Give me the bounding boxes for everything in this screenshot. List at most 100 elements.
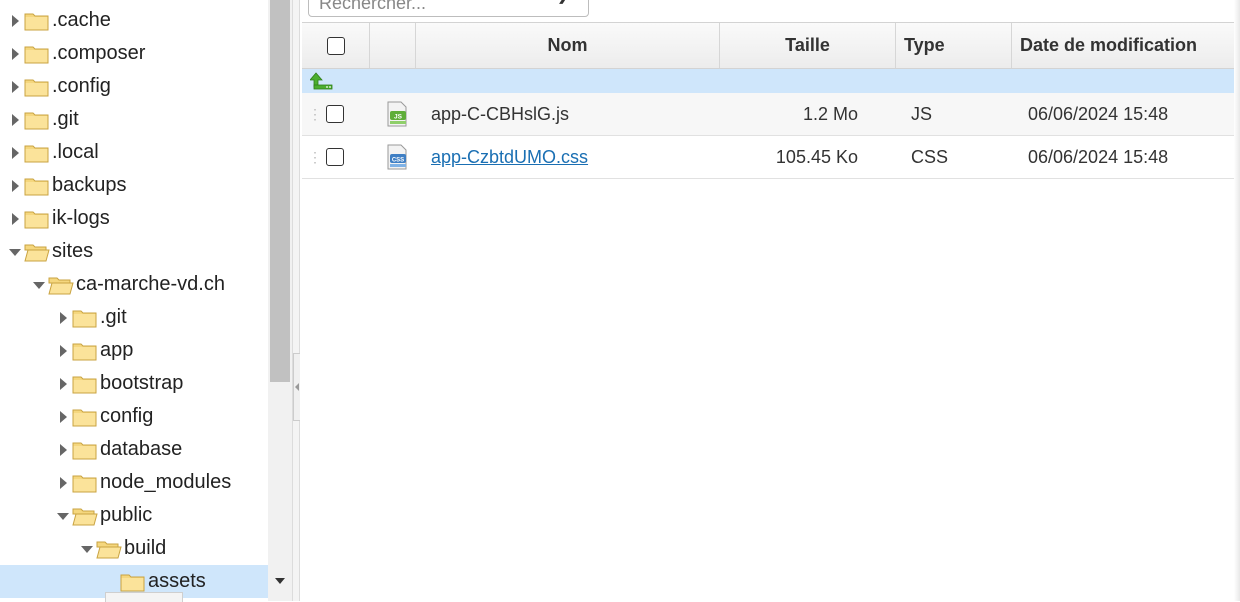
tree-item-label: bootstrap [100,372,184,394]
folder-icon [72,307,98,329]
file-size: 105.45 Ko [775,146,858,167]
tree-scrollbar[interactable] [268,0,292,601]
pane-splitter[interactable] [292,0,301,601]
tree-item[interactable]: .local [0,136,268,169]
row-checkbox[interactable] [326,105,344,123]
search-icon[interactable]: ❯ [557,0,570,5]
expanded-arrow-icon[interactable] [80,532,94,565]
select-all-checkbox[interactable] [326,36,345,55]
tree-item-label: node_modules [100,471,232,493]
collapsed-arrow-icon[interactable] [56,301,70,334]
folder-icon [24,142,50,164]
tree-item[interactable]: sites [0,235,268,268]
column-header-size[interactable]: Taille [720,23,896,68]
collapsed-arrow-icon[interactable] [56,400,70,433]
tree-item-label: app [100,339,134,361]
tree-item[interactable]: build [0,532,268,565]
grid-header: Nom Taille Type Date de modification [302,22,1236,69]
tree-item[interactable]: .git [0,103,268,136]
file-link[interactable]: app-CzbtdUMO.css [431,147,588,168]
svg-text:CSS: CSS [392,158,404,164]
tree-item[interactable]: database [0,433,268,466]
file-name[interactable]: app-C-CBHslG.js [431,93,569,135]
collapsed-arrow-icon[interactable] [8,136,22,169]
collapsed-arrow-icon[interactable] [56,433,70,466]
file-type: JS [911,103,933,124]
file-row[interactable]: ⋮⋮ JS app-C-CBHslG.js 1.2 Mo JS 06/06/20… [302,93,1236,136]
folder-icon [24,175,50,197]
tree-item-label: .git [52,108,79,130]
collapsed-arrow-icon[interactable] [8,103,22,136]
tree-item-label: ik-logs [52,207,110,229]
drag-handle-icon[interactable]: ⋮⋮ [308,136,336,178]
collapsed-arrow-icon[interactable] [8,169,22,202]
icon-column-header [370,23,416,68]
folder-open-icon [72,505,98,527]
tree-item[interactable]: .cache [0,4,268,37]
collapsed-arrow-icon[interactable] [56,367,70,400]
tree-item[interactable]: public [0,499,268,532]
tree-item-label: sites [52,240,94,262]
tree-item-label: .cache [52,9,111,31]
tree-item[interactable]: node_modules [0,466,268,499]
tree-item-label: config [100,405,154,427]
collapsed-arrow-icon[interactable] [8,37,22,70]
tree-item[interactable]: ik-logs [0,202,268,235]
tree-item[interactable]: .git [0,301,268,334]
tree-item[interactable]: .composer [0,37,268,70]
expanded-arrow-icon[interactable] [56,499,70,532]
panel-edge [1234,0,1240,601]
file-type: CSS [911,146,949,167]
folder-icon [24,10,50,32]
column-header-date[interactable]: Date de modification [1012,23,1236,68]
folder-icon [120,571,146,593]
column-header-type[interactable]: Type [896,23,1012,68]
tree-item-label: database [100,438,183,460]
expanded-arrow-icon[interactable] [32,268,46,301]
tree-item-label: .git [100,306,127,328]
expanded-arrow-icon[interactable] [8,235,22,268]
file-date: 06/06/2024 15:48 [1028,103,1169,124]
tree-item-label: .config [52,75,111,97]
folder-icon [24,76,50,98]
folder-icon [72,340,98,362]
file-list-panel: Rechercher... ❯ Nom Taille Type Date de … [300,0,1240,601]
tree-item-label: assets [148,570,206,592]
file-row[interactable]: ⋮⋮ CSS app-CzbtdUMO.css 105.45 Ko CSS 06… [302,136,1236,179]
tree-item[interactable]: config [0,400,268,433]
collapsed-arrow-icon[interactable] [8,70,22,103]
folder-open-icon [96,538,122,560]
folder-icon [24,208,50,230]
tree-item[interactable]: bootstrap [0,367,268,400]
tree-item[interactable]: .config [0,70,268,103]
row-checkbox-cell [326,136,344,178]
drag-handle-icon[interactable]: ⋮⋮ [308,93,336,135]
tree-item-label: backups [52,174,127,196]
folder-icon [72,373,98,395]
folder-open-icon [48,274,74,296]
tree-item[interactable]: app [0,334,268,367]
tree-item[interactable]: backups [0,169,268,202]
folder-tree: .cache .composer .config .git .local backups i… [0,0,268,601]
tree-item-label: ca-marche-vd.ch [76,273,225,295]
tree-item[interactable]: ca-marche-vd.ch [0,268,268,301]
folder-icon [72,472,98,494]
file-name-link[interactable]: app-CzbtdUMO.css [431,136,588,178]
row-checkbox-cell [326,93,344,135]
row-checkbox[interactable] [326,148,344,166]
svg-text:JS: JS [394,114,403,121]
column-header-name[interactable]: Nom [416,23,720,68]
up-level-icon[interactable] [310,71,336,91]
collapsed-arrow-icon[interactable] [8,202,22,235]
search-input[interactable]: Rechercher... ❯ [308,0,589,17]
tree-scrollbar-thumb[interactable] [270,0,290,382]
search-placeholder: Rechercher... [319,0,427,13]
scroll-down-arrow-icon[interactable] [274,576,286,586]
collapsed-arrow-icon[interactable] [56,334,70,367]
collapsed-arrow-icon[interactable] [8,4,22,37]
css-file-icon: CSS [384,136,410,178]
folder-icon [24,43,50,65]
collapsed-arrow-icon[interactable] [56,466,70,499]
parent-folder-row[interactable] [302,69,1236,93]
folder-open-icon [24,241,50,263]
